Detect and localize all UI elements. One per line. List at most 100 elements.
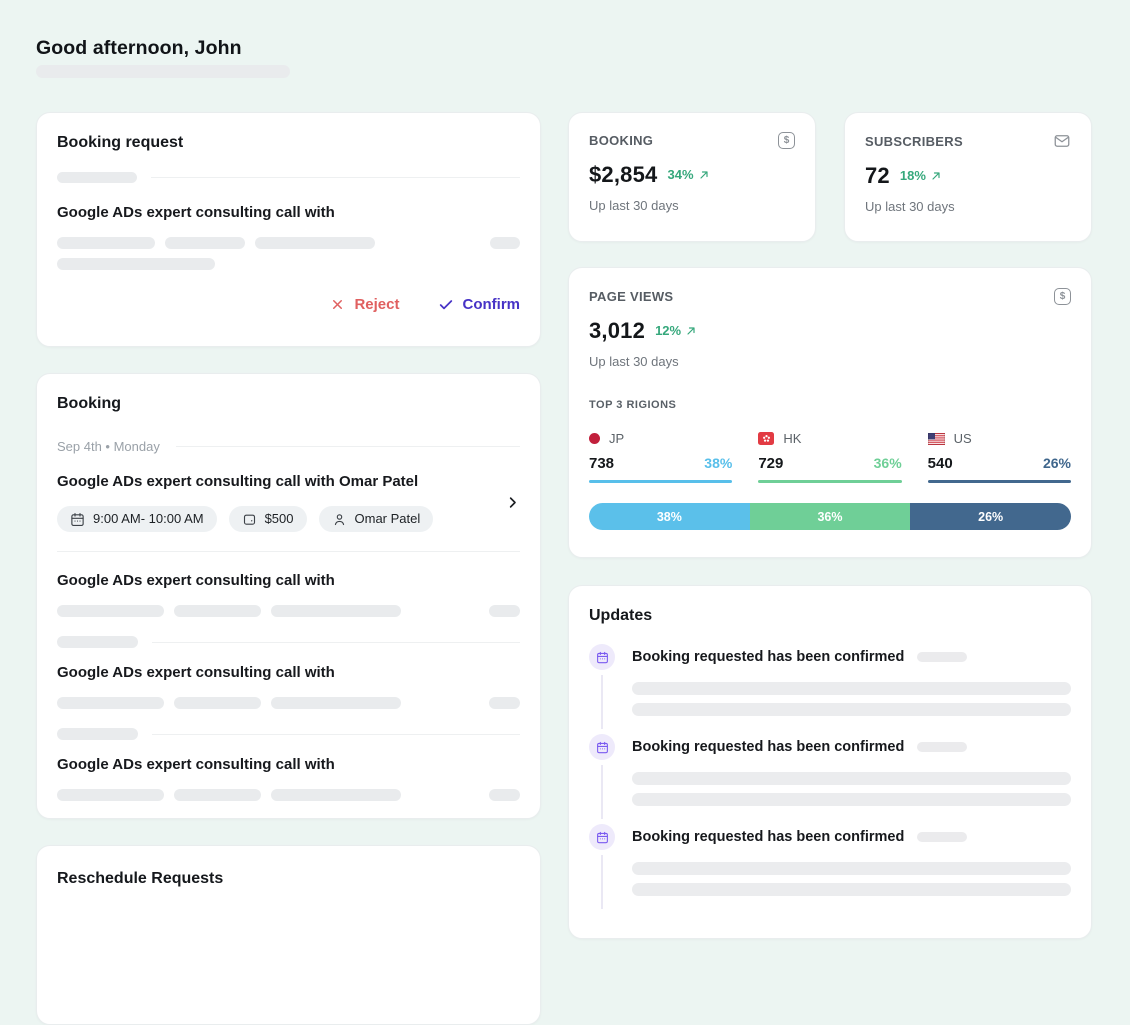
check-icon <box>438 297 454 313</box>
stat-label: PAGE VIEWS <box>589 289 673 304</box>
bar-segment-us: 26% <box>910 503 1071 530</box>
bar-segment-jp: 38% <box>589 503 750 530</box>
skeleton-bar <box>632 793 1071 806</box>
stat-caption: Up last 30 days <box>589 198 795 213</box>
skeleton-pill <box>489 697 520 709</box>
price-pill: $500 <box>229 506 307 532</box>
card-booking: Booking Sep 4th • Monday Google ADs expe… <box>36 373 541 819</box>
region-underline <box>928 480 1071 483</box>
user-icon <box>332 512 347 527</box>
card-page-views: PAGE VIEWS $ 3,012 12% Up last 30 days <box>568 267 1092 558</box>
region-percent: 38% <box>704 455 732 471</box>
booking-request-item-title: Google ADs expert consulting call with <box>57 204 520 222</box>
wallet-icon <box>242 512 257 527</box>
booking-date-label: Sep 4th • Monday <box>57 440 160 453</box>
mail-icon <box>1053 132 1071 150</box>
date-skeleton <box>57 172 137 183</box>
stat-value: 3,012 <box>589 318 645 343</box>
time-label: 9:00 AM- 10:00 AM <box>93 511 204 527</box>
skeleton-pill <box>271 605 401 617</box>
divider <box>176 446 520 447</box>
divider <box>57 551 520 552</box>
skeleton-bar <box>632 703 1071 716</box>
calendar-icon <box>589 644 615 670</box>
regions-title: TOP 3 RIGIONS <box>589 399 1071 411</box>
region-value: 738 <box>589 455 614 472</box>
booking-item-row[interactable]: Google ADs expert consulting call with O… <box>57 473 520 532</box>
client-label: Omar Patel <box>355 511 421 527</box>
update-item: Booking requested has been confirmed <box>589 734 1071 824</box>
confirm-button[interactable]: Confirm <box>438 296 521 313</box>
date-skeleton-row <box>57 728 520 740</box>
skeleton-pill <box>271 697 401 709</box>
info-skeleton-row <box>57 789 520 801</box>
reschedule-requests-title: Reschedule Requests <box>57 869 520 888</box>
stat-change: 12% <box>655 323 697 338</box>
update-item-title: Booking requested has been confirmed <box>632 649 904 665</box>
update-item: Booking requested has been confirmed <box>589 824 1071 914</box>
flag-jp-icon <box>589 433 600 444</box>
greeting-subtitle-skeleton <box>36 65 290 78</box>
time-pill: 9:00 AM- 10:00 AM <box>57 506 217 532</box>
divider <box>151 177 520 178</box>
region-us: US 540 26% <box>928 431 1071 483</box>
card-booking-request: Booking request Google ADs expert consul… <box>36 112 541 347</box>
region-percent: 26% <box>1043 455 1071 471</box>
confirm-label: Confirm <box>463 296 521 313</box>
skeleton-pill <box>174 789 261 801</box>
region-hk: HK 729 36% <box>758 431 901 483</box>
reject-button[interactable]: Reject <box>330 296 399 313</box>
booking-item-title: Google ADs expert consulting call with <box>57 572 520 590</box>
date-skeleton <box>57 728 138 740</box>
reject-label: Reject <box>354 296 399 313</box>
booking-request-actions: Reject Confirm <box>57 296 520 313</box>
region-code: HK <box>783 431 801 446</box>
price-label: $500 <box>265 511 294 527</box>
timestamp-skeleton <box>917 652 967 662</box>
card-updates: Updates Booking requested has been confi… <box>568 585 1092 939</box>
flag-us-icon <box>928 433 945 445</box>
stat-change: 34% <box>668 167 710 182</box>
booking-title: Booking <box>57 394 520 413</box>
region-underline <box>589 480 732 483</box>
skeleton-pill <box>174 605 261 617</box>
stat-value: 72 <box>865 163 890 188</box>
skeleton-pill <box>165 237 245 249</box>
region-underline <box>758 480 901 483</box>
stat-label: BOOKING <box>589 133 653 148</box>
regions-stacked-bar: 38% 36% 26% <box>589 503 1071 530</box>
booking-request-title: Booking request <box>57 133 520 152</box>
info-skeleton-row <box>57 697 520 709</box>
region-value: 729 <box>758 455 783 472</box>
timeline-connector <box>601 675 603 729</box>
booking-item-title: Google ADs expert consulting call with <box>57 664 520 682</box>
region-percent: 36% <box>874 455 902 471</box>
timeline-connector <box>601 855 603 909</box>
date-skeleton <box>57 636 138 648</box>
skeleton-pill <box>489 789 520 801</box>
flag-hk-icon <box>758 432 774 445</box>
stat-value: $2,854 <box>589 162 658 187</box>
booking-date-row: Sep 4th • Monday <box>57 440 520 453</box>
region-value: 540 <box>928 455 953 472</box>
info-skeleton-row <box>57 237 520 249</box>
skeleton-pill <box>57 789 164 801</box>
skeleton-pill <box>57 258 215 270</box>
calendar-icon <box>70 512 85 527</box>
skeleton-bar <box>632 862 1071 875</box>
booking-info-pills: 9:00 AM- 10:00 AM $500 Oma <box>57 506 520 532</box>
skeleton-pill <box>271 789 401 801</box>
card-reschedule-requests: Reschedule Requests <box>36 845 541 1025</box>
updates-title: Updates <box>589 606 1071 625</box>
page-title: Good afternoon, John <box>36 37 1092 59</box>
bar-segment-hk: 36% <box>750 503 911 530</box>
dashboard-page: Good afternoon, John Booking request Goo… <box>0 0 1130 1025</box>
skeleton-pill <box>57 237 155 249</box>
skeleton-bar <box>632 883 1071 896</box>
calendar-icon <box>589 824 615 850</box>
region-jp: JP 738 38% <box>589 431 732 483</box>
stat-card-subscribers: SUBSCRIBERS 72 18% <box>844 112 1092 242</box>
stat-change: 18% <box>900 168 942 183</box>
x-icon <box>330 297 345 312</box>
calendar-icon <box>589 734 615 760</box>
